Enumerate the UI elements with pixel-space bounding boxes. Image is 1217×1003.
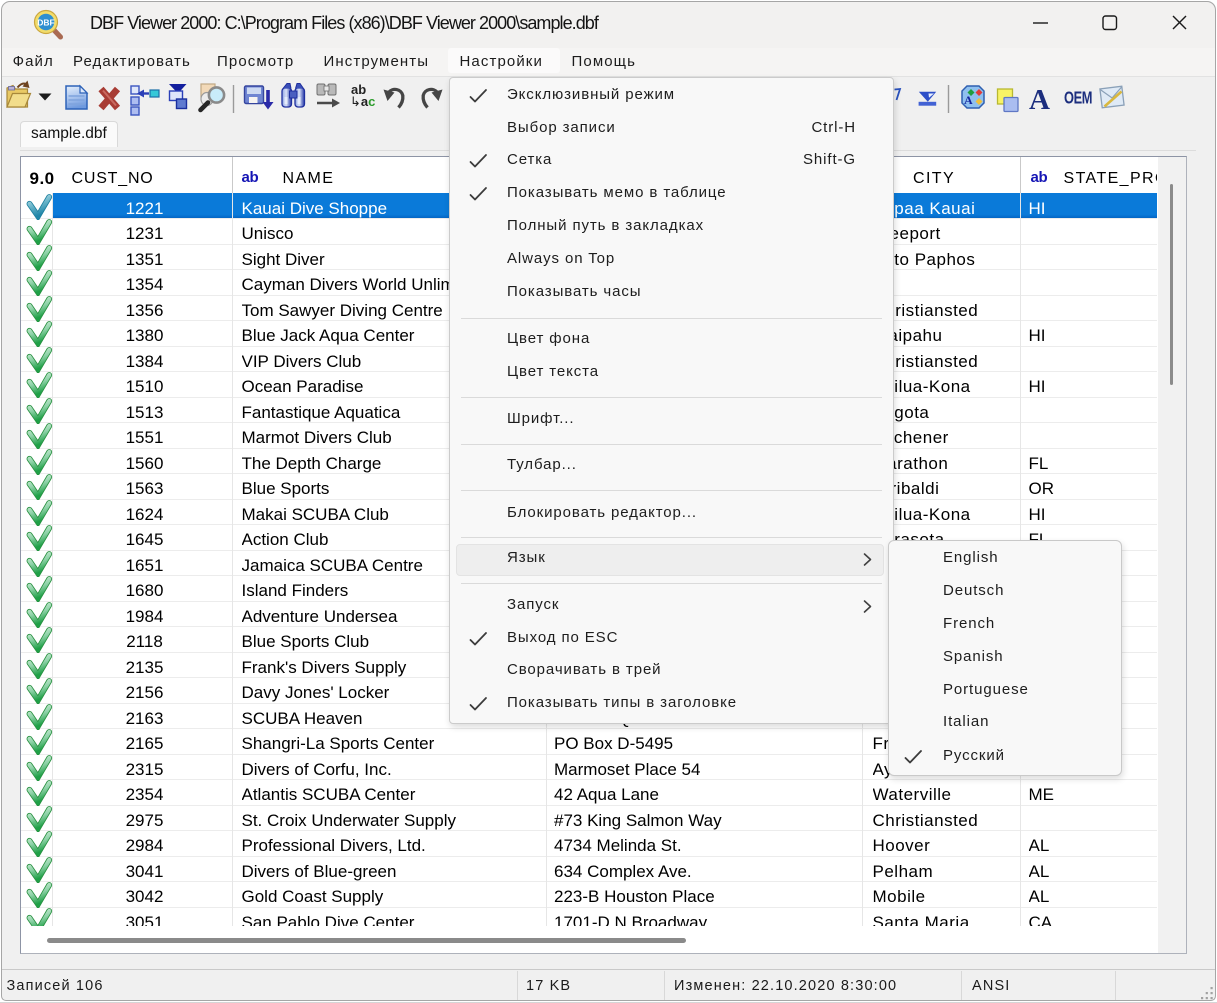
svg-text:A: A xyxy=(964,93,973,107)
svg-text:DBF: DBF xyxy=(37,18,54,28)
